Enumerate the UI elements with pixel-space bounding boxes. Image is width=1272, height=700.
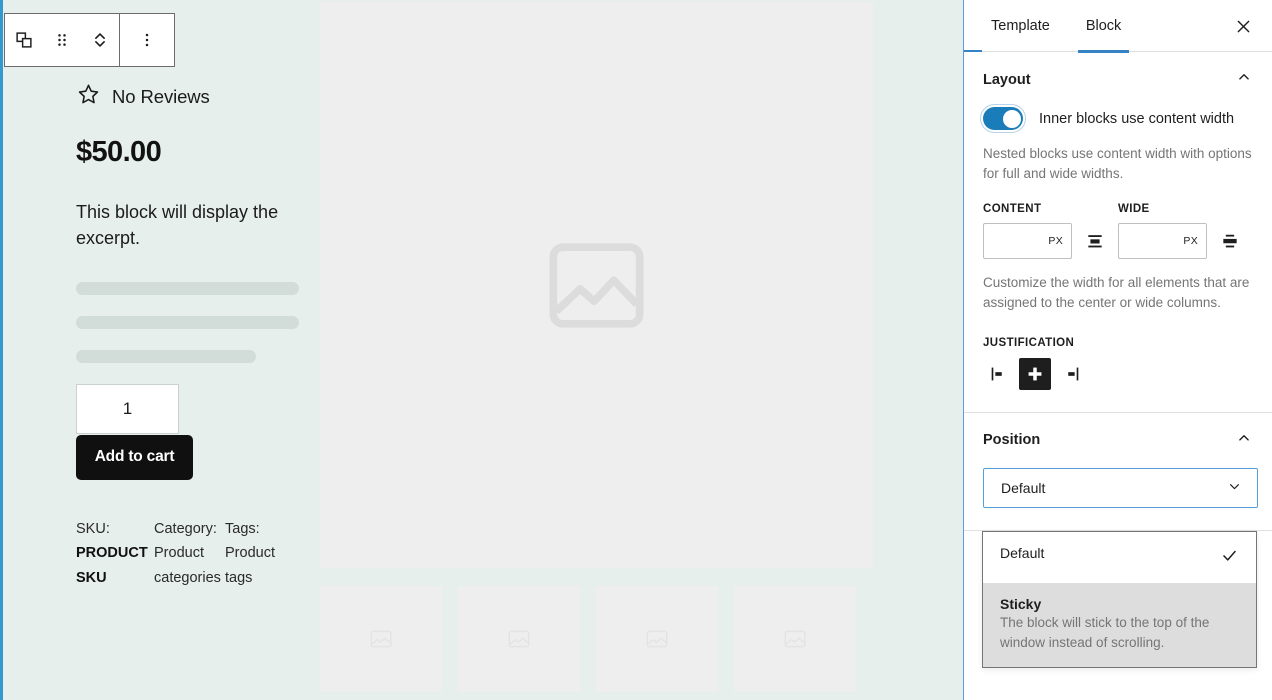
content-width-field: PX bbox=[983, 223, 1118, 260]
sidebar-tabs: Template Block bbox=[964, 0, 1272, 53]
layout-panel-header[interactable]: Layout bbox=[983, 68, 1253, 91]
position-panel-header[interactable]: Position bbox=[983, 429, 1253, 452]
product-meta-label: SKU: bbox=[76, 520, 110, 537]
product-meta-category: Category: Product categories bbox=[154, 517, 225, 590]
content-width-label: CONTENT bbox=[983, 203, 1042, 216]
product-meta-label: Tags: bbox=[225, 520, 260, 537]
inner-blocks-content-width-toggle[interactable] bbox=[980, 104, 1026, 133]
product-thumbnail[interactable] bbox=[734, 586, 856, 692]
content-width-control: CONTENT PX bbox=[983, 203, 1118, 260]
width-help-text: Customize the width for all elements tha… bbox=[983, 275, 1250, 311]
product-main-image-placeholder[interactable] bbox=[320, 2, 873, 568]
justify-right-icon[interactable] bbox=[1055, 358, 1087, 390]
position-option-sticky[interactable]: Sticky The block will stick to the top o… bbox=[983, 583, 1256, 667]
product-excerpt: This block will display the excerpt. bbox=[76, 202, 279, 249]
product-meta-label: Category: bbox=[154, 520, 217, 537]
toggle-knob bbox=[1002, 109, 1021, 128]
move-up-down-icon[interactable] bbox=[81, 14, 119, 66]
product-thumbnail[interactable] bbox=[320, 586, 442, 692]
position-select-value: Default bbox=[1001, 479, 1046, 496]
skeleton-line bbox=[76, 315, 299, 329]
editor-canvas: No Reviews $50.00 This block will displa… bbox=[0, 0, 963, 700]
position-option-default[interactable]: Default bbox=[983, 532, 1256, 583]
quantity-input[interactable]: 1 bbox=[76, 383, 179, 434]
product-meta-tags: Tags: Product tags bbox=[225, 517, 285, 590]
position-dropdown-list: Default Sticky The block will stick to t… bbox=[982, 531, 1257, 668]
star-outline-icon bbox=[76, 82, 101, 112]
block-toolbar bbox=[4, 13, 175, 67]
checkmark-icon bbox=[1220, 546, 1239, 570]
close-icon[interactable] bbox=[1228, 11, 1258, 41]
drag-handle-icon[interactable] bbox=[43, 14, 81, 66]
tab-template[interactable]: Template bbox=[983, 0, 1058, 52]
block-type-icon[interactable] bbox=[5, 14, 43, 66]
product-meta-value: Product categories bbox=[154, 545, 221, 586]
product-meta-sku: SKU: PRODUCT SKU bbox=[76, 517, 154, 590]
product-thumbnail[interactable] bbox=[596, 586, 718, 692]
justify-left-icon[interactable] bbox=[983, 358, 1015, 390]
wide-width-label: WIDE bbox=[1118, 203, 1150, 216]
editor-screen: No Reviews $50.00 This block will displa… bbox=[0, 0, 1272, 700]
justification-label: JUSTIFICATION bbox=[983, 336, 1075, 349]
tab-underline-edge bbox=[964, 50, 982, 52]
product-rating[interactable]: No Reviews bbox=[76, 78, 300, 116]
product-price: $50.00 bbox=[76, 136, 162, 168]
wide-width-preset-icon[interactable] bbox=[1217, 228, 1243, 254]
product-meta-value: Product tags bbox=[225, 545, 275, 586]
more-options-icon[interactable] bbox=[120, 14, 174, 66]
position-option-description: The block will stick to the top of the w… bbox=[1000, 615, 1210, 651]
skeleton-line bbox=[76, 349, 256, 363]
product-summary-column: No Reviews $50.00 This block will displa… bbox=[76, 78, 300, 590]
layout-panel-title: Layout bbox=[983, 71, 1031, 88]
inner-blocks-help-text: Nested blocks use content width with opt… bbox=[983, 146, 1252, 181]
product-rating-label: No Reviews bbox=[112, 86, 210, 107]
chevron-up-icon bbox=[1235, 429, 1253, 452]
position-panel: Position Default bbox=[964, 413, 1272, 531]
wide-width-field: PX bbox=[1118, 223, 1253, 260]
position-option-title: Sticky bbox=[1000, 596, 1042, 612]
product-meta: SKU: PRODUCT SKU Category: Product categ… bbox=[76, 517, 300, 590]
position-select[interactable]: Default bbox=[983, 467, 1258, 508]
inner-blocks-toggle-label: Inner blocks use content width bbox=[1039, 110, 1235, 127]
inner-blocks-toggle-row: Inner blocks use content width bbox=[980, 104, 1253, 133]
chevron-down-icon bbox=[1226, 478, 1243, 498]
content-width-input[interactable]: PX bbox=[983, 223, 1072, 260]
product-thumbnail-strip bbox=[320, 586, 873, 692]
justification-controls bbox=[983, 357, 1253, 390]
product-skeleton-lines bbox=[76, 281, 300, 363]
chevron-up-icon bbox=[1235, 68, 1253, 91]
wide-width-control: WIDE PX bbox=[1118, 203, 1253, 260]
width-controls: CONTENT PX WIDE PX bbox=[983, 203, 1253, 260]
add-to-cart-button[interactable]: Add to cart bbox=[76, 434, 193, 480]
skeleton-line bbox=[76, 281, 299, 295]
position-panel-title: Position bbox=[983, 432, 1041, 449]
content-width-preset-icon[interactable] bbox=[1082, 228, 1108, 254]
block-toolbar-main-group bbox=[5, 14, 119, 66]
tab-block[interactable]: Block bbox=[1077, 0, 1130, 53]
justify-center-icon[interactable] bbox=[1019, 357, 1051, 390]
product-meta-value: PRODUCT SKU bbox=[76, 545, 148, 586]
position-option-title: Default bbox=[1000, 545, 1045, 561]
layout-panel: Layout Inner blocks use content width Ne… bbox=[964, 52, 1272, 413]
wide-width-input[interactable]: PX bbox=[1118, 223, 1207, 260]
block-toolbar-options-group bbox=[120, 14, 174, 66]
product-thumbnail[interactable] bbox=[458, 586, 580, 692]
